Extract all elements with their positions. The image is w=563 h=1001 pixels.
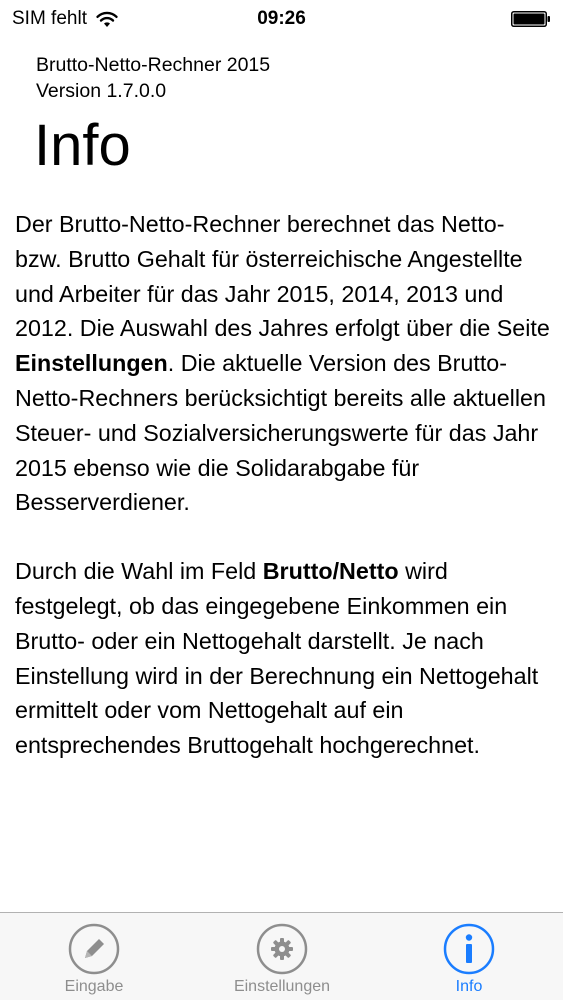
tab-einstellungen[interactable]: Einstellungen xyxy=(188,913,376,1001)
app-header: Brutto-Netto-Rechner 2015 Version 1.7.0.… xyxy=(36,52,270,104)
info-paragraph-2: Durch die Wahl im Feld Brutto/Netto wird… xyxy=(15,554,550,763)
pencil-icon xyxy=(68,923,120,975)
status-bar: SIM fehlt 09:26 xyxy=(0,0,563,40)
tab-info[interactable]: Info xyxy=(375,913,563,1001)
info-icon xyxy=(443,923,495,975)
tab-bar: Eingabe Einstellungen Info xyxy=(0,912,563,1000)
status-time: 09:26 xyxy=(257,8,306,29)
info-paragraph-1-text-a: Der Brutto-Netto-Rechner berechnet das N… xyxy=(15,211,550,342)
gear-icon xyxy=(256,923,308,975)
info-paragraph-2-text-a: Durch die Wahl im Feld xyxy=(15,558,263,585)
tab-einstellungen-label: Einstellungen xyxy=(233,978,331,995)
brutto-netto-reference: Brutto/Netto xyxy=(262,558,399,585)
tab-eingabe-label: Eingabe xyxy=(64,978,124,995)
info-paragraph-2-text-b: wird festgelegt, ob das eingegebene Eink… xyxy=(15,558,539,759)
settings-reference: Einstellungen xyxy=(15,350,168,377)
app-version: Version 1.7.0.0 xyxy=(36,80,167,102)
tab-info-label: Info xyxy=(455,978,483,995)
page-title: Info xyxy=(34,113,131,178)
battery-icon xyxy=(511,11,550,27)
info-paragraph-1: Der Brutto-Netto-Rechner berechnet das N… xyxy=(15,207,550,520)
tab-eingabe[interactable]: Eingabe xyxy=(0,913,188,1001)
info-content: Der Brutto-Netto-Rechner berechnet das N… xyxy=(15,207,550,763)
app-name: Brutto-Netto-Rechner 2015 xyxy=(36,54,271,76)
